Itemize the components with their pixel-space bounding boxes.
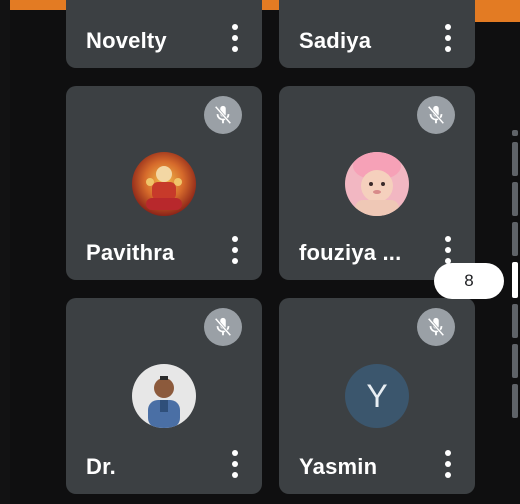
page-scrollbar[interactable] bbox=[512, 130, 518, 430]
participant-tile-sadiya[interactable]: Sadiya bbox=[279, 0, 475, 68]
participant-tile-dr[interactable]: Dr. bbox=[66, 298, 262, 494]
avatar bbox=[132, 364, 196, 428]
participant-tile-fouziya[interactable]: fouziya ... bbox=[279, 86, 475, 280]
more-options-icon[interactable] bbox=[230, 450, 240, 478]
participant-name: Novelty bbox=[86, 28, 167, 53]
avatar-letter: Y bbox=[345, 364, 409, 428]
participant-name: Pavithra bbox=[86, 240, 175, 265]
more-options-icon[interactable] bbox=[230, 236, 240, 264]
avatar bbox=[345, 152, 409, 216]
mic-off-icon bbox=[204, 96, 242, 134]
participant-name: Dr. bbox=[86, 454, 116, 479]
participant-tile-novelty[interactable]: Novelty bbox=[66, 0, 262, 68]
participant-tile-yasmin[interactable]: Y Yasmin bbox=[279, 298, 475, 494]
page-indicator: 8 bbox=[434, 263, 504, 299]
avatar-initial: Y bbox=[366, 377, 388, 414]
participant-tile-pavithra[interactable]: Pavithra bbox=[66, 86, 262, 280]
participant-name: fouziya ... bbox=[299, 240, 402, 265]
more-options-icon[interactable] bbox=[443, 450, 453, 478]
more-options-icon[interactable] bbox=[230, 24, 240, 52]
participant-name: Yasmin bbox=[299, 454, 378, 479]
more-options-icon[interactable] bbox=[443, 236, 453, 264]
avatar bbox=[132, 152, 196, 216]
mic-off-icon bbox=[417, 96, 455, 134]
mic-off-icon bbox=[417, 308, 455, 346]
participant-name: Sadiya bbox=[299, 28, 372, 53]
mic-off-icon bbox=[204, 308, 242, 346]
more-options-icon[interactable] bbox=[443, 24, 453, 52]
left-edge bbox=[0, 0, 10, 504]
